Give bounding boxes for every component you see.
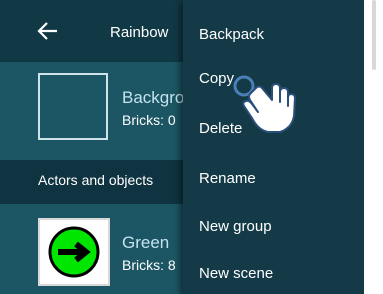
background-bricks-count: Bricks: 0	[122, 112, 176, 128]
menu-item-label: Backpack	[199, 25, 265, 43]
scrollbar[interactable]	[372, 0, 376, 70]
green-arrow-icon	[48, 226, 100, 278]
menu-item-backpack[interactable]: Backpack	[183, 14, 364, 54]
context-menu: Backpack Copy Delete Rename New group Ne…	[183, 0, 364, 294]
tap-hand-icon	[233, 75, 296, 133]
menu-item-label: New scene	[199, 264, 274, 282]
arrow-back-icon	[37, 22, 57, 40]
menu-item-rename[interactable]: Rename	[183, 158, 364, 198]
background-thumbnail	[38, 73, 108, 140]
app-screen: Rainbow Backgro Bricks: 0 Actors and obj…	[0, 0, 364, 294]
menu-item-label: New group	[199, 217, 272, 235]
menu-item-label: Rename	[199, 169, 256, 187]
menu-item-new-group[interactable]: New group	[183, 206, 364, 246]
object-thumbnail	[38, 218, 110, 286]
section-title: Actors and objects	[38, 172, 154, 188]
object-bricks-count: Bricks: 8	[122, 257, 176, 273]
menu-item-new-scene[interactable]: New scene	[183, 253, 364, 293]
page-title: Rainbow	[110, 24, 169, 41]
back-button[interactable]	[37, 21, 59, 41]
background-name: Backgro	[122, 88, 185, 107]
object-name: Green	[122, 233, 170, 252]
